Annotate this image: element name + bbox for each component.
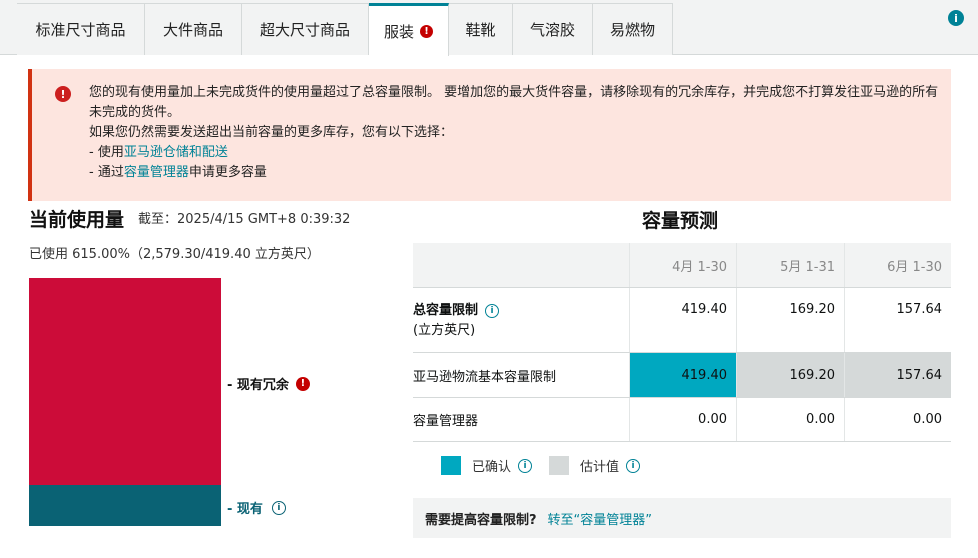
- table-row-base: 亚马逊物流基本容量限制 419.40 169.20 157.64: [413, 353, 951, 398]
- tab-label: 标准尺寸商品: [35, 21, 126, 39]
- unit-label: (立方英尺): [413, 323, 476, 338]
- tab-label: 大件商品: [162, 21, 223, 39]
- as-of-timestamp: 截至：2025/4/15 GMT+8 0:39:32: [138, 212, 351, 227]
- info-icon[interactable]: i: [948, 10, 964, 26]
- alert-icon[interactable]: !: [295, 376, 310, 391]
- tab-aerosol[interactable]: 气溶胶: [513, 3, 593, 55]
- alert-icon: !: [420, 24, 433, 38]
- table-row-manager: 容量管理器 0.00 0.00 0.00: [413, 398, 951, 442]
- tab-label: 气溶胶: [529, 21, 575, 39]
- total-label: 总容量限制: [413, 303, 479, 318]
- manager-label: 容量管理器: [413, 414, 479, 429]
- tab-oversize[interactable]: 大件商品: [145, 3, 242, 55]
- capacity-manager-link[interactable]: 转至“容量管理器”: [548, 509, 652, 528]
- table-header: 4月 1-30 5月 1-31 6月 1-30: [413, 243, 951, 288]
- manager-value: 0.00: [629, 398, 736, 441]
- tab-extra-large[interactable]: 超大尺寸商品: [242, 3, 369, 55]
- tab-footwear[interactable]: 鞋靴: [449, 3, 513, 55]
- manager-value: 0.00: [736, 398, 844, 441]
- info-icon[interactable]: i: [626, 458, 641, 473]
- alert-message: 您的现有使用量加上未完成货件的使用量超过了总容量限制。 要增加您的最大货件容量，…: [89, 83, 939, 183]
- total-value: 157.64: [844, 288, 951, 352]
- current-bar: [29, 485, 221, 526]
- legend-label: 估计值: [580, 460, 620, 475]
- tab-apparel[interactable]: 服装!: [369, 3, 449, 56]
- info-icon[interactable]: i: [271, 500, 286, 515]
- tab-bar: 标准尺寸商品 大件商品 超大尺寸商品 服装! 鞋靴 气溶胶 易燃物 i: [0, 0, 978, 56]
- alert-option-2: - 通过容量管理器申请更多容量: [89, 163, 939, 183]
- current-usage-title: 当前使用量: [29, 209, 125, 231]
- legend-estimate: 估计值 i: [549, 456, 641, 475]
- fba-link[interactable]: 亚马逊仓储和配送: [124, 145, 228, 160]
- alert-option-1: - 使用亚马逊仓储和配送: [89, 143, 939, 163]
- forecast-title: 容量预测: [642, 210, 719, 232]
- estimate-swatch: [549, 456, 569, 475]
- current-legend: - 现有 i: [227, 498, 286, 517]
- month-header: 6月 1-30: [844, 243, 951, 287]
- excess-legend: - 现有冗余 !: [227, 374, 310, 393]
- confirmed-swatch: [441, 456, 461, 475]
- legend-label: 已确认: [472, 460, 512, 475]
- used-percentage: 已使用 615.00%（2,579.30/419.40 立方英尺）: [29, 247, 320, 262]
- option-suffix: 申请更多容量: [188, 165, 267, 180]
- legend-confirmed: 已确认 i: [441, 456, 533, 475]
- base-limit-label: 亚马逊物流基本容量限制: [413, 369, 557, 385]
- option-prefix: - 使用: [89, 145, 124, 160]
- total-value: 169.20: [736, 288, 844, 352]
- manager-value: 0.00: [844, 398, 951, 441]
- increase-limit-banner: 需要提高容量限制? 转至“容量管理器”: [413, 498, 951, 538]
- month-header: 4月 1-30: [629, 243, 736, 287]
- total-value: 419.40: [629, 288, 736, 352]
- option-prefix: - 通过: [89, 165, 124, 180]
- month-header: 5月 1-31: [736, 243, 844, 287]
- total-limit-label: 总容量限制 i (立方英尺): [413, 288, 629, 352]
- table-row-total: 总容量限制 i (立方英尺) 419.40 169.20 157.64: [413, 288, 951, 353]
- tab-label: 超大尺寸商品: [259, 21, 350, 39]
- cta-text: 需要提高容量限制?: [425, 512, 537, 528]
- tab-standard-size[interactable]: 标准尺寸商品: [17, 3, 145, 55]
- current-label: - 现有: [227, 502, 263, 517]
- tab-label: 易燃物: [609, 21, 655, 39]
- info-icon[interactable]: i: [518, 458, 533, 473]
- capacity-alert: ! 您的现有使用量加上未完成货件的使用量超过了总容量限制。 要增加您的最大货件容…: [28, 69, 951, 201]
- base-value-estimate: 157.64: [844, 353, 951, 397]
- excess-label: - 现有冗余: [227, 378, 289, 393]
- tab-label: 服装: [383, 22, 414, 41]
- base-value-estimate: 169.20: [736, 353, 844, 397]
- alert-line-1: 您的现有使用量加上未完成货件的使用量超过了总容量限制。 要增加您的最大货件容量，…: [89, 85, 939, 120]
- error-icon: !: [55, 86, 71, 102]
- base-value-confirmed: 419.40: [629, 353, 736, 397]
- tab-label: 鞋靴: [465, 21, 496, 39]
- tab-flammable[interactable]: 易燃物: [593, 3, 673, 55]
- alert-line-2: 如果您仍然需要发送超出当前容量的更多库存，您有以下选择：: [89, 125, 454, 140]
- capacity-manager-link[interactable]: 容量管理器: [124, 165, 189, 180]
- excess-bar: [29, 278, 221, 485]
- info-icon[interactable]: i: [485, 303, 500, 318]
